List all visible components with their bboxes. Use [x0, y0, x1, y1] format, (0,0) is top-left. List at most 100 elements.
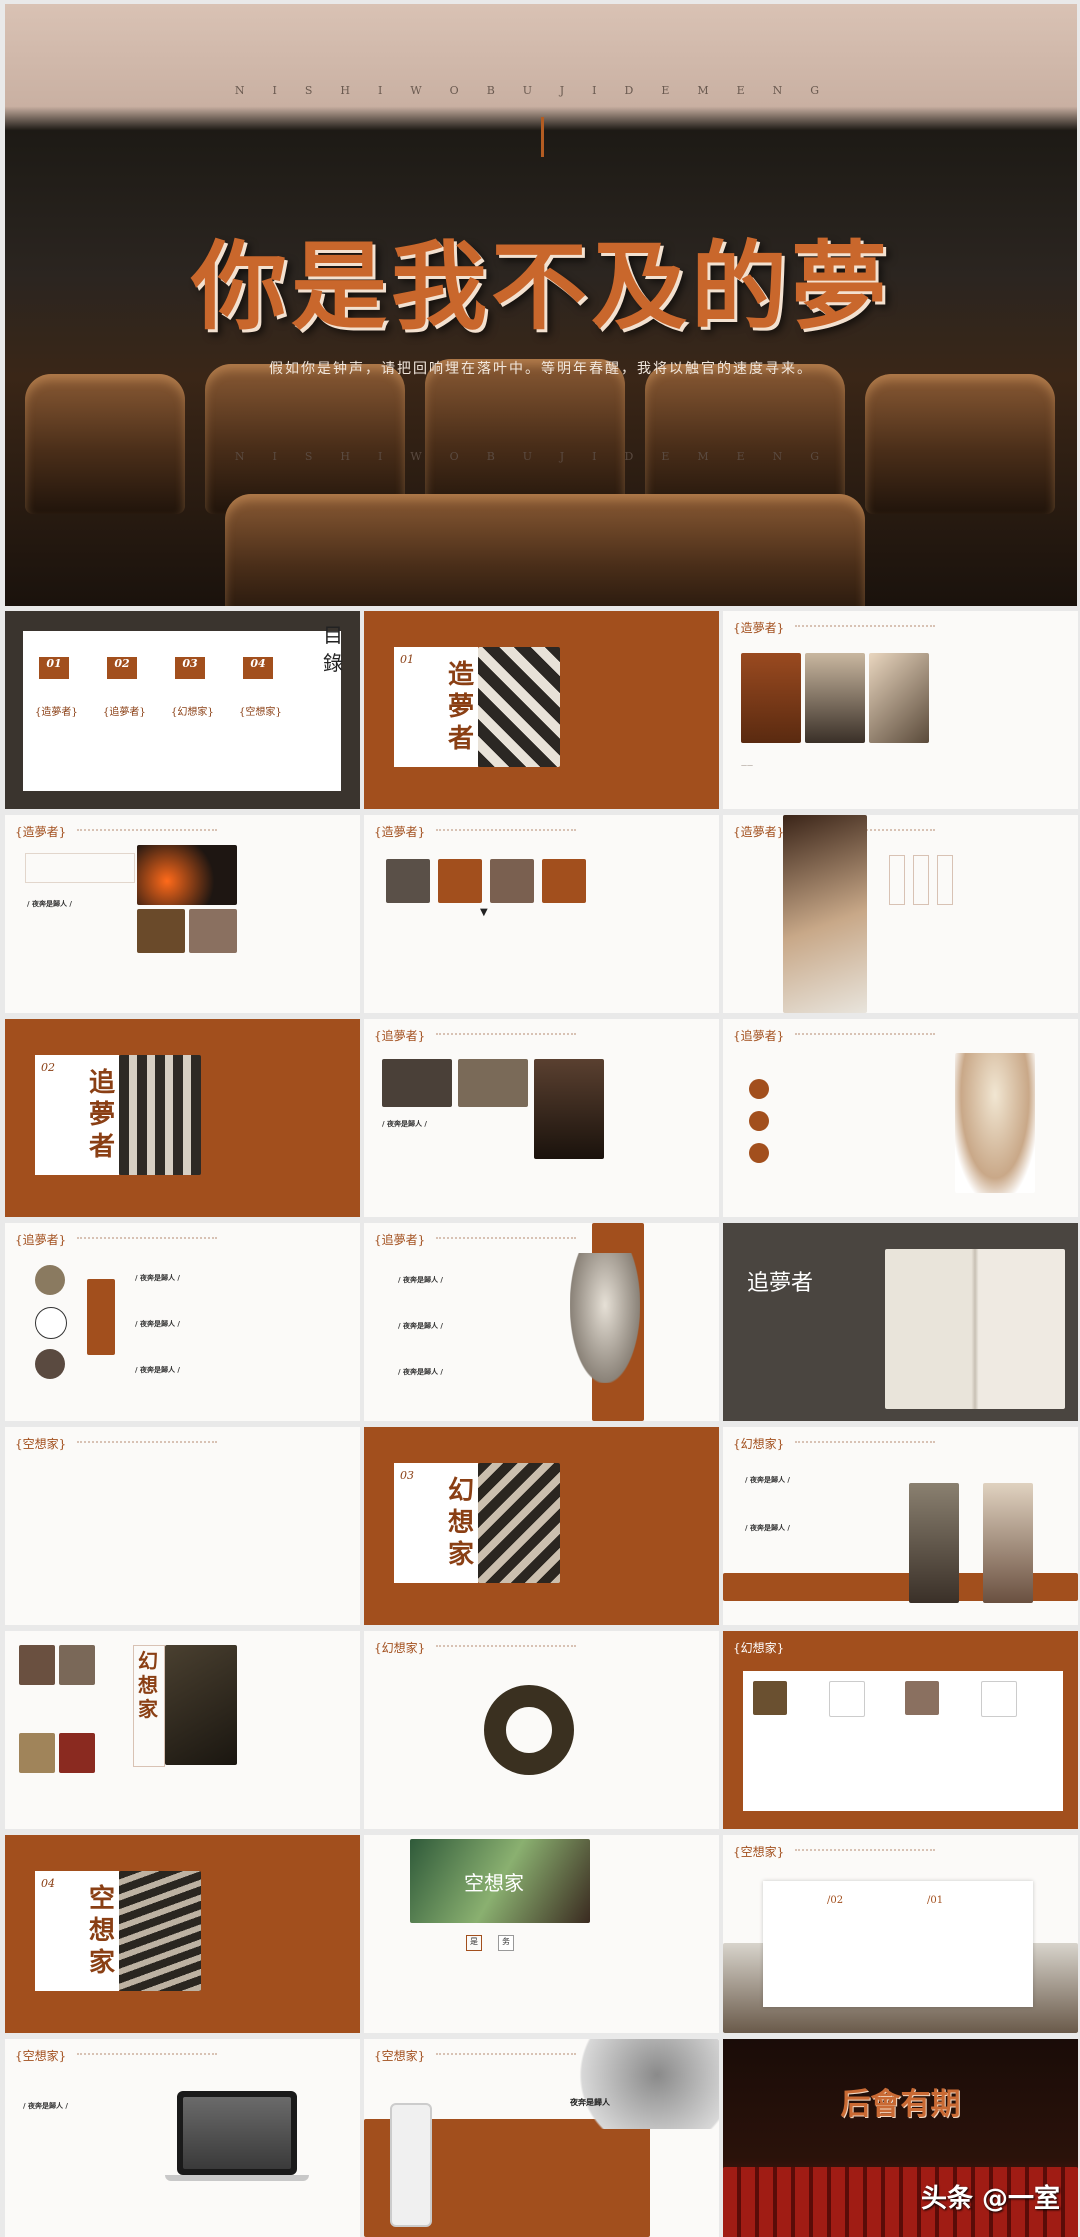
- content-slide[interactable]: {追夢者}: [723, 1019, 1078, 1217]
- item-number: /01: [927, 1895, 944, 1906]
- toc-item[interactable]: {幻想家}: [171, 703, 214, 718]
- photo-tv: [386, 859, 430, 903]
- dotted-rule: [795, 1849, 935, 1851]
- content-slide[interactable]: 追夢者: [723, 1223, 1078, 1421]
- dotted-rule: [436, 2053, 576, 2055]
- cover-title: 你是我不及的夢: [191, 230, 891, 343]
- shadow-photo: [478, 1463, 560, 1583]
- toc-number: 02: [107, 657, 137, 679]
- bullet-circle: [749, 1143, 769, 1163]
- theater-seat: [645, 364, 845, 514]
- who-label: / 夜奔是歸人 /: [135, 1366, 180, 1374]
- who-label: / 夜奔是歸人 /: [23, 2102, 68, 2110]
- photo-camera: [805, 653, 865, 743]
- spaced-caption-bottom: NISHIWOBUJIDEMENG: [234, 450, 848, 463]
- photo: [905, 1681, 939, 1715]
- illustration-woman-umbrella: [955, 1053, 1035, 1193]
- dotted-rule: [77, 1441, 217, 1443]
- photo-figure: [983, 1483, 1033, 1603]
- content-slide[interactable]: 幻想家: [5, 1631, 360, 1829]
- who-label: / 夜奔是歸人 /: [135, 1320, 180, 1328]
- cover-subtitle: 假如你是钟声，请把回响埋在落叶中。等明年春醒，我将以触官的速度寻来。: [269, 361, 813, 377]
- who-label: / 夜奔是歸人 /: [135, 1274, 180, 1282]
- content-slide[interactable]: {幻想家}: [364, 1631, 719, 1829]
- illustration-tile: [438, 859, 482, 903]
- hand-icon-box: [25, 853, 135, 883]
- item-number: /02: [827, 1895, 844, 1906]
- section-tag: {追夢者}: [374, 1029, 426, 1043]
- toc-item[interactable]: {造夢者}: [35, 703, 78, 718]
- photo-couch: [458, 1059, 528, 1107]
- section-slide-01[interactable]: 01 造夢者: [364, 611, 719, 809]
- leaf-photo: [165, 1645, 237, 1765]
- section-slide-03[interactable]: 03 幻想家: [364, 1427, 719, 1625]
- theater-seat: [865, 374, 1055, 514]
- slide-title: 空想家: [464, 1871, 524, 1895]
- content-slide[interactable]: {幻想家} / 夜奔是歸人 / / 夜奔是歸人 /: [723, 1427, 1078, 1625]
- dotted-rule: [436, 1645, 576, 1647]
- accent-tick: [541, 117, 544, 157]
- photo-bed: [783, 815, 867, 1013]
- section-title: 幻想家: [447, 1476, 474, 1570]
- content-slide[interactable]: {空想家} 夜奔是歸人: [364, 2039, 719, 2237]
- content-slide[interactable]: {空想家}: [5, 1427, 360, 1625]
- crosswalk-photo: [119, 1055, 201, 1175]
- dotted-rule: [795, 625, 935, 627]
- photo-circle: [35, 1265, 65, 1295]
- toc-number: 04: [243, 657, 273, 679]
- who-label: / 夜奔是歸人 /: [398, 1322, 443, 1330]
- content-slide[interactable]: {造夢者} ——: [723, 611, 1078, 809]
- content-slide[interactable]: {空想家} /02 /01: [723, 1835, 1078, 2033]
- section-tag: {追夢者}: [733, 1029, 785, 1043]
- dotted-rule: [436, 829, 576, 831]
- section-tag: {幻想家}: [733, 1437, 785, 1451]
- stripe-photo: [478, 647, 560, 767]
- illustration-tile: [542, 859, 586, 903]
- theater-seat: [225, 494, 865, 606]
- ending-title: 后會有期: [840, 2087, 961, 2122]
- section-number: 02: [41, 1061, 55, 1074]
- vertical-label-box: [937, 855, 953, 905]
- section-tag: {造夢者}: [374, 825, 426, 839]
- content-slide[interactable]: {造夢者} ▼: [364, 815, 719, 1013]
- toc-number: 03: [175, 657, 205, 679]
- photo-phone: [382, 1059, 452, 1107]
- section-number: 03: [400, 1469, 414, 1482]
- content-slide[interactable]: {追夢者} / 夜奔是歸人 /: [364, 1019, 719, 1217]
- content-slide[interactable]: {造夢者}: [723, 815, 1078, 1013]
- content-slide[interactable]: {追夢者} / 夜奔是歸人 / / 夜奔是歸人 / / 夜奔是歸人 /: [364, 1223, 719, 1421]
- who-label: / 夜奔是歸人 /: [745, 1524, 790, 1532]
- section-title: 追夢者: [88, 1068, 115, 1162]
- content-slide[interactable]: {幻想家}: [723, 1631, 1078, 1829]
- section-slide-04[interactable]: 04 空想家: [5, 1835, 360, 2033]
- photo: [59, 1733, 95, 1773]
- section-tag: {追夢者}: [374, 1233, 426, 1247]
- theater-seat: [425, 359, 625, 514]
- content-slide[interactable]: {造夢者} / 夜奔是歸人 /: [5, 815, 360, 1013]
- who-label: / 夜奔是歸人 /: [745, 1476, 790, 1484]
- phone-mockup: [390, 2103, 432, 2227]
- watermark: 头条 @一室: [920, 2184, 1060, 2214]
- photo: [59, 1645, 95, 1685]
- who-label: / 夜奔是歸人 /: [398, 1368, 443, 1376]
- toc-item[interactable]: {空想家}: [239, 703, 282, 718]
- photo-tv: [741, 653, 801, 743]
- laptop-base: [165, 2175, 309, 2181]
- quote-box: [87, 1279, 115, 1355]
- photo-book: [869, 653, 929, 743]
- toc-label: 錄: [323, 651, 343, 675]
- section-tag: {空想家}: [733, 1845, 785, 1859]
- section-slide-02[interactable]: 02 追夢者: [5, 1019, 360, 1217]
- toc-item[interactable]: {追夢者}: [103, 703, 146, 718]
- content-slide[interactable]: {追夢者} / 夜奔是歸人 / / 夜奔是歸人 / / 夜奔是歸人 /: [5, 1223, 360, 1421]
- toc-slide[interactable]: 目 錄 01 02 03 04 {造夢者} {追夢者} {幻想家} {空想家}: [5, 611, 360, 809]
- bullet-circle: [749, 1079, 769, 1099]
- toc-label: 目: [323, 623, 343, 647]
- photo: [137, 909, 185, 953]
- content-slide[interactable]: 空想家 是 务: [364, 1835, 719, 2033]
- dotted-rule: [795, 1033, 935, 1035]
- content-slide[interactable]: {空想家} / 夜奔是歸人 /: [5, 2039, 360, 2237]
- illustration-tile: [829, 1681, 865, 1717]
- tag-box: 是: [466, 1935, 482, 1951]
- tag-box: 务: [498, 1935, 514, 1951]
